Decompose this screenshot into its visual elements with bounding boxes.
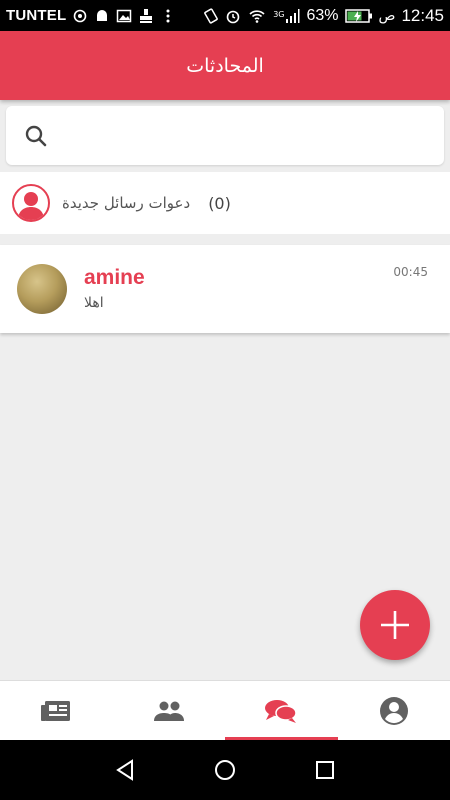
- avatar: [17, 264, 67, 314]
- search-bar[interactable]: [6, 106, 444, 165]
- people-icon: [153, 701, 184, 721]
- recents-square-icon: [316, 761, 334, 779]
- news-icon: [41, 700, 71, 721]
- am-pm-label: ص: [378, 7, 396, 24]
- chat-bubbles-icon: [265, 699, 297, 723]
- tab-news[interactable]: [0, 681, 113, 740]
- android-icon: [97, 9, 108, 21]
- new-chat-button[interactable]: [360, 590, 430, 660]
- battery-charging-icon: [344, 8, 372, 23]
- bottom-navigation: [0, 680, 450, 740]
- carrier-name: TUNTEL: [6, 7, 67, 24]
- signal-icon: [286, 8, 300, 23]
- page-title: المحادثات: [186, 54, 264, 77]
- contact-name: amine: [84, 266, 145, 289]
- tab-profile[interactable]: [338, 681, 450, 740]
- tab-chats[interactable]: [225, 681, 338, 740]
- stamp-icon: [140, 8, 153, 23]
- last-message: اهلا: [84, 295, 104, 311]
- status-right: 3G 63% ص 12:45: [203, 6, 444, 26]
- status-bar: TUNTEL 3G 63% ص 12:45: [0, 0, 450, 31]
- battery-percent: 63%: [306, 6, 339, 24]
- message-time: 00:45: [393, 265, 428, 279]
- recents-button[interactable]: [305, 750, 345, 790]
- clock-time: 12:45: [401, 5, 444, 25]
- vibrate-icon: [204, 7, 219, 24]
- search-icon[interactable]: [24, 124, 48, 148]
- tab-contacts[interactable]: [113, 681, 226, 740]
- wifi-icon: [249, 9, 265, 23]
- search-input[interactable]: [60, 115, 444, 156]
- invitations-count: (0): [208, 193, 231, 213]
- home-circle-icon: [215, 760, 235, 780]
- back-triangle-icon: [116, 759, 133, 781]
- home-button[interactable]: [205, 750, 245, 790]
- person-icon: [12, 184, 50, 222]
- more-dots-icon: [166, 9, 170, 22]
- sync-icon: [74, 9, 87, 22]
- alarm-icon: [226, 10, 240, 23]
- account-icon: [379, 696, 408, 725]
- invitations-label: دعوات رسائل جديدة: [62, 194, 191, 212]
- app-bar: المحادثات: [0, 31, 450, 100]
- system-navigation-bar: [0, 740, 450, 800]
- message-invitations-row[interactable]: دعوات رسائل جديدة (0): [0, 172, 450, 234]
- network-type: 3G: [273, 9, 285, 19]
- chat-list-item[interactable]: amine اهلا 00:45: [0, 245, 450, 333]
- status-left: TUNTEL: [6, 7, 176, 24]
- image-icon: [117, 9, 132, 22]
- plus-icon: [381, 611, 409, 639]
- back-button[interactable]: [105, 750, 145, 790]
